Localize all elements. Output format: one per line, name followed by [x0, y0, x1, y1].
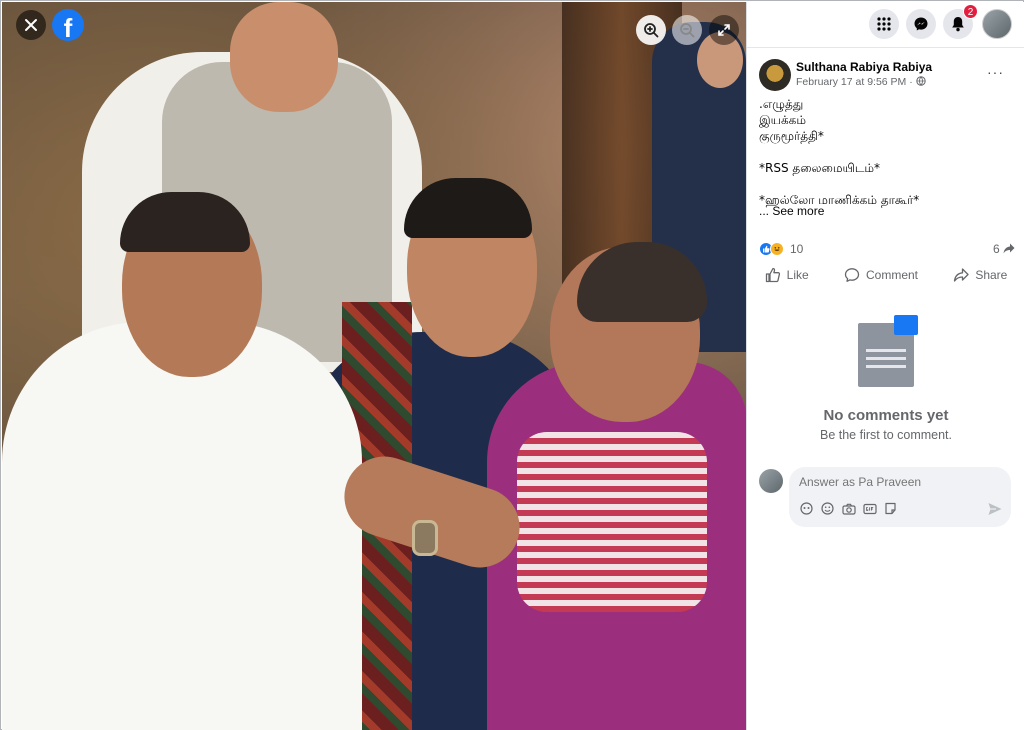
photo-person-left-body [2, 322, 362, 730]
author-avatar[interactable] [759, 59, 791, 91]
zoom-out-button[interactable] [672, 15, 702, 45]
notification-badge: 2 [963, 4, 978, 19]
comment-input[interactable] [799, 473, 999, 491]
photo-viewer[interactable]: f [2, 2, 746, 730]
camera-button[interactable] [841, 501, 856, 516]
facebook-logo-link[interactable]: f [52, 9, 84, 43]
photo-person-back-head [230, 2, 338, 112]
camera-icon [841, 503, 856, 515]
post-meta: February 17 at 9:56 PM · [796, 76, 926, 88]
close-icon [25, 19, 37, 31]
avatar-sticker-icon [800, 502, 813, 515]
menu-grid-icon [877, 17, 891, 31]
globe-icon [915, 76, 926, 86]
share-icon [954, 268, 969, 282]
comment-button[interactable]: Comment [844, 264, 918, 286]
gif-icon [862, 503, 877, 514]
fullscreen-icon [718, 24, 730, 36]
no-comments-title: No comments yet [823, 407, 949, 424]
top-bar: 2 [747, 2, 1024, 48]
comment-icon [844, 268, 860, 282]
post-text-line [759, 144, 1014, 160]
avatar-sticker-button[interactable] [799, 501, 814, 516]
comment-label: Comment [865, 268, 918, 282]
share-count[interactable]: 6 [993, 242, 1015, 256]
facebook-logo-icon: f [63, 12, 73, 43]
zoom-out-icon [680, 23, 695, 38]
share-arrow-icon [1003, 243, 1015, 254]
reaction-count: 10 [790, 242, 804, 256]
emoji-icon [821, 502, 834, 515]
photo-person-right-shirt [517, 432, 707, 612]
emoji-button[interactable] [820, 501, 835, 516]
no-comments-icon [858, 315, 918, 387]
post-text-line: .எழுத்து [759, 97, 804, 111]
post-actions: Like Comment Share [747, 264, 1024, 286]
share-label: Share [975, 268, 1008, 282]
like-label: Like [786, 268, 809, 282]
like-icon [765, 267, 780, 283]
gif-button[interactable] [862, 501, 877, 516]
messenger-icon [914, 17, 928, 31]
post-text: .எழுத்து இயக்கம் குருமூர்த்தி* *RSS தலைம… [759, 96, 1014, 208]
post-date[interactable]: February 17 at 9:56 PM [796, 76, 906, 88]
post-text-line: *RSS தலைமையிடம்* [759, 161, 881, 175]
close-button[interactable] [16, 10, 46, 40]
account-avatar[interactable] [982, 9, 1012, 39]
post-text-line [759, 176, 1014, 192]
author-name[interactable]: Sulthana Rabiya Rabiya [796, 60, 932, 74]
post-text-line: இயக்கம் [759, 113, 806, 127]
reply-avatar[interactable] [759, 469, 783, 493]
share-button[interactable]: Share [953, 264, 1007, 286]
send-icon[interactable] [987, 501, 1003, 517]
notifications-icon [952, 17, 964, 32]
zoom-in-button[interactable] [636, 15, 666, 45]
post-panel: 2 Sulthana Rabiya Rabiya February 17 at … [746, 2, 1024, 730]
messenger-button[interactable] [906, 9, 936, 39]
sticker-icon [885, 502, 896, 515]
haha-reaction-icon [770, 242, 784, 256]
menu-button[interactable] [869, 9, 899, 39]
reaction-summary[interactable]: 10 [759, 242, 803, 256]
more-options-button[interactable]: ··· [987, 64, 1004, 80]
meta-separator: · [906, 76, 916, 88]
sticker-button[interactable] [883, 501, 898, 516]
photo-watch [412, 520, 438, 556]
share-count-value: 6 [993, 242, 1000, 256]
like-button[interactable]: Like [765, 264, 809, 286]
see-more-link[interactable]: ... See more [759, 204, 824, 218]
fullscreen-button[interactable] [709, 15, 739, 45]
comment-tools [799, 501, 898, 516]
zoom-in-icon [644, 23, 659, 38]
comment-box[interactable] [789, 467, 1011, 527]
window-frame: f 2 Sulthana Rabiya Rabiya February 17 a… [0, 0, 1024, 730]
post-text-line: குருமூர்த்தி* [759, 129, 824, 143]
no-comments-subtitle: Be the first to comment. [820, 428, 952, 442]
